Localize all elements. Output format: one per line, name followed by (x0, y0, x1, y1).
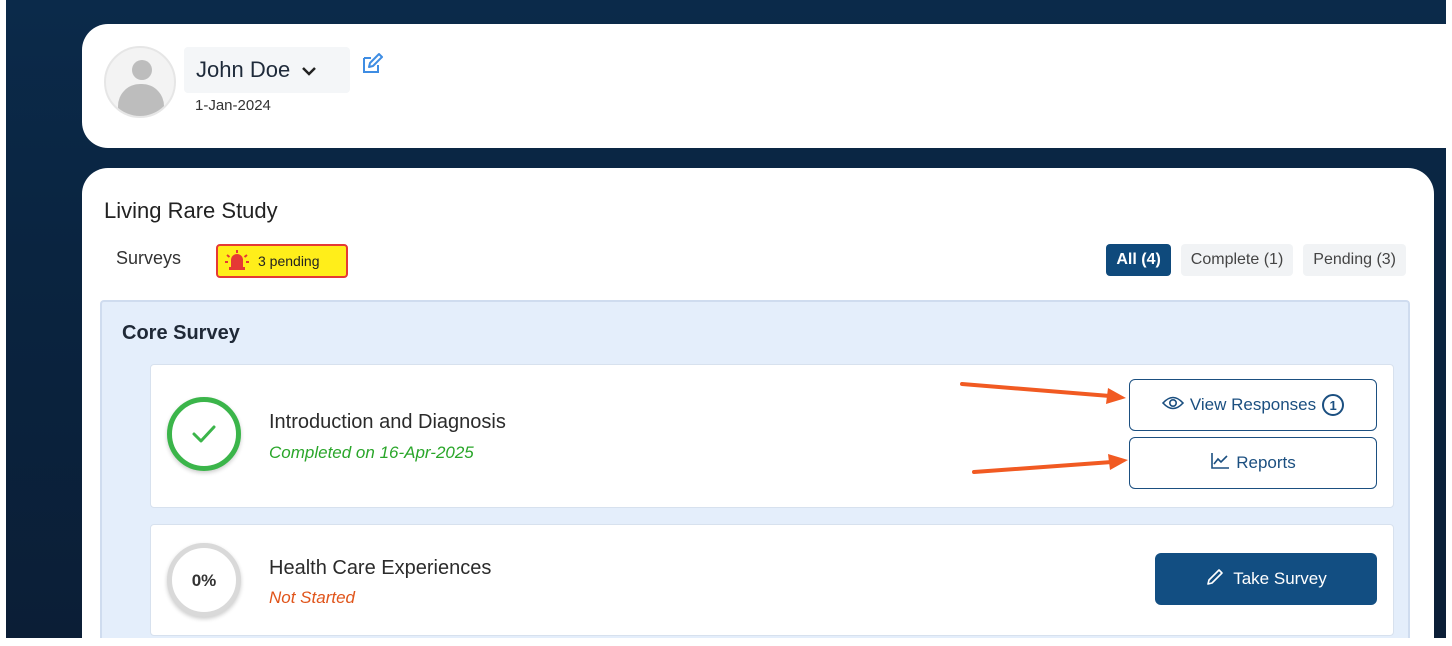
user-selector[interactable]: John Doe (184, 47, 350, 93)
pending-count: 3 pending (258, 253, 320, 269)
survey-title: Introduction and Diagnosis (269, 411, 506, 433)
tab-all[interactable]: All (4) (1106, 244, 1171, 276)
survey-status: Completed on 16-Apr-2025 (269, 443, 474, 462)
survey-item-health-care: 0% Health Care Experiences Not Started T… (150, 524, 1394, 636)
view-responses-button[interactable]: View Responses 1 (1129, 379, 1377, 431)
profile-date: 1-Jan-2024 (195, 97, 271, 114)
pencil-icon (1205, 567, 1225, 592)
chart-line-icon (1210, 452, 1230, 475)
bottom-edge (0, 638, 1452, 646)
reports-label: Reports (1236, 453, 1296, 472)
alarm-icon (224, 249, 250, 273)
chevron-down-icon (302, 63, 317, 79)
surveys-label: Surveys (116, 248, 182, 268)
take-survey-button[interactable]: Take Survey (1155, 553, 1377, 605)
user-avatar-icon (104, 46, 176, 118)
user-name: John Doe (196, 57, 291, 82)
pending-badge: 3 pending (216, 244, 348, 278)
progress-ring: 0% (167, 543, 241, 617)
reports-button[interactable]: Reports (1129, 437, 1377, 489)
responses-count: 1 (1322, 394, 1345, 416)
eye-icon (1161, 395, 1184, 416)
study-card: Living Rare Study Surveys 3 pending All … (82, 168, 1434, 646)
filter-tabs: All (4) Complete (1) Pending (3) (1106, 244, 1406, 276)
left-edge (0, 0, 6, 646)
tab-pending[interactable]: Pending (3) (1303, 244, 1406, 276)
annotation-arrow-reports (972, 454, 1128, 474)
take-survey-label: Take Survey (1233, 569, 1327, 588)
profile-card: John Doe 1-Jan-2024 (82, 24, 1452, 148)
tab-complete[interactable]: Complete (1) (1180, 244, 1294, 276)
survey-title: Health Care Experiences (269, 557, 492, 579)
survey-status: Not Started (269, 588, 355, 607)
completed-check-icon (167, 397, 241, 471)
annotation-arrow-view-responses (960, 382, 1126, 404)
section-title: Core Survey (122, 322, 240, 344)
core-survey-section: Core Survey Introduction and Diagnosis C… (100, 300, 1410, 646)
study-title: Living Rare Study (104, 198, 278, 223)
progress-percent: 0% (191, 571, 217, 590)
edit-icon[interactable] (360, 52, 384, 76)
view-responses-label: View Responses (1189, 395, 1317, 414)
survey-item-introduction: Introduction and Diagnosis Completed on … (150, 364, 1394, 508)
